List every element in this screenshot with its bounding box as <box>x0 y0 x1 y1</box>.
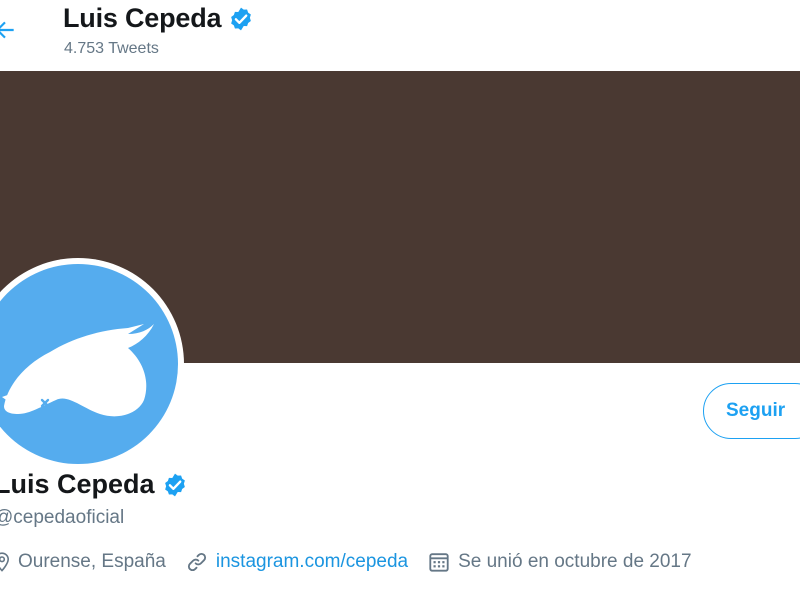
location-item: Ourense, España <box>0 551 166 573</box>
follow-button-label: Seguir <box>726 400 786 421</box>
header-title: Luis Cepeda <box>63 3 254 34</box>
back-arrow-icon[interactable] <box>0 17 18 43</box>
website-item: instagram.com/cepeda <box>186 551 408 573</box>
joined-text: Se unió en octubre de 2017 <box>458 551 692 572</box>
header-name: Luis Cepeda <box>63 3 222 33</box>
website-link[interactable]: instagram.com/cepeda <box>216 551 408 573</box>
location-text: Ourense, España <box>18 551 166 572</box>
profile-handle: @cepedaoficial <box>0 507 125 528</box>
calendar-icon <box>429 553 449 572</box>
location-pin-icon <box>0 552 10 572</box>
profile-name: Luis Cepeda <box>0 469 188 500</box>
profile-header: Luis Cepeda 4.753 Tweets <box>0 0 800 70</box>
tweet-count: 4.753 Tweets <box>64 40 159 57</box>
follow-button[interactable]: Seguir <box>703 383 800 439</box>
link-icon <box>187 552 206 572</box>
verified-badge-icon <box>164 473 185 496</box>
verified-badge-icon <box>231 7 252 30</box>
profile-name-text: Luis Cepeda <box>0 469 155 499</box>
joined-item: Se unió en octubre de 2017 <box>428 551 692 573</box>
profile-meta: Ourense, España instagram.com/cepeda Se … <box>0 551 712 573</box>
